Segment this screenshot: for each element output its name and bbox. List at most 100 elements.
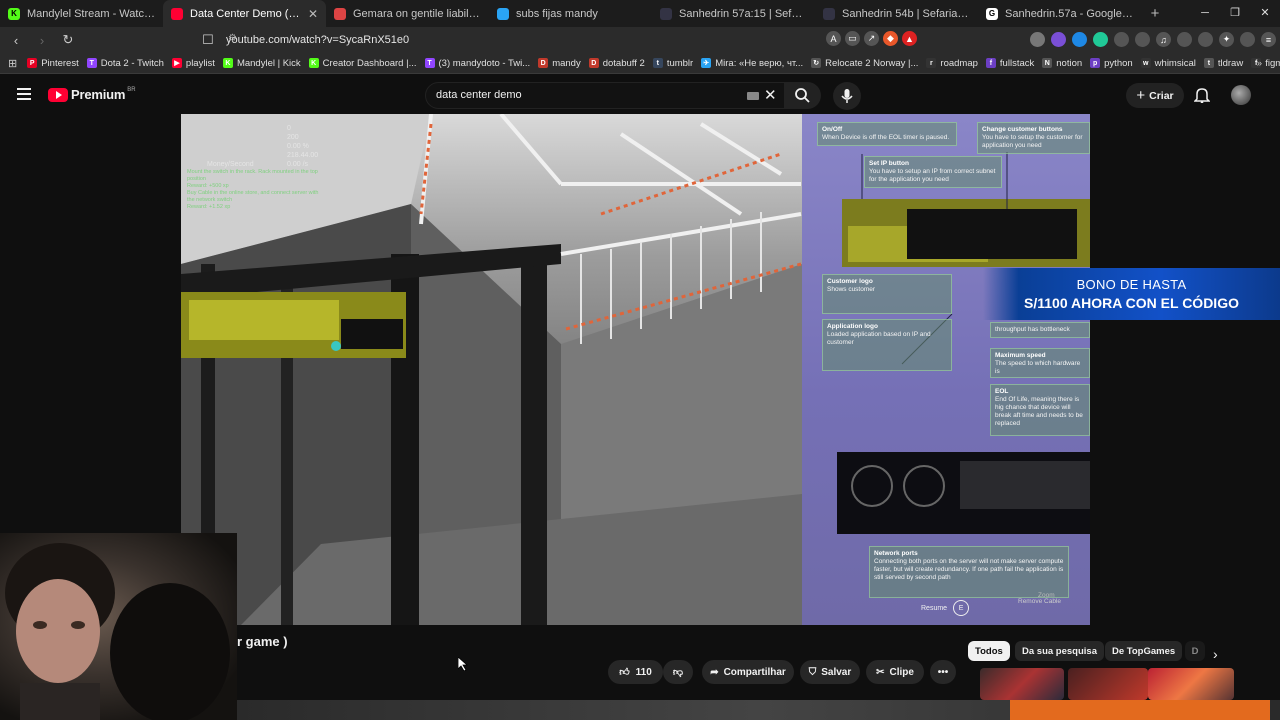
restore-icon[interactable]: ❐ [1220,0,1250,27]
info-set-ip: Set IP button You have to setup an IP fr… [864,156,1002,188]
tab-title: subs fijas mandy [516,7,598,20]
chips-next-icon[interactable]: › [1213,646,1218,662]
bookmark-item[interactable]: K Creator Dashboard |... [308,58,417,69]
minimize-icon[interactable]: ─ [1190,0,1220,27]
filter-chip[interactable]: D [1185,641,1205,661]
bookmark-favicon-icon: T [424,58,435,68]
video-title: r game ) [237,634,288,649]
close-window-icon[interactable]: ✕ [1250,0,1280,27]
create-button[interactable]: + Criar [1126,83,1184,108]
bookmark-item[interactable]: T Dota 2 - Twitch [86,58,164,69]
new-tab-button[interactable]: + [1143,5,1167,22]
browser-tab[interactable]: G Sanhedrin.57a - Google Search [978,0,1141,27]
more-actions-button[interactable]: ••• [930,660,956,684]
share-icon[interactable]: ↗ [864,31,879,46]
vpn-icon[interactable] [1240,32,1255,47]
filter-chip[interactable]: De TopGames [1105,641,1183,661]
bookmark-item[interactable]: p python [1090,58,1133,69]
bookmark-item[interactable]: ✈ Mira: «Не верю, чт... [701,58,803,69]
menu-icon[interactable]: ≡ [1261,32,1276,47]
video-player[interactable]: 0 200 0.00 % 218.44.00 0.00 /s Money/Second Mo… [181,114,1090,625]
media-icon[interactable]: ♫ [1156,32,1171,47]
save-button[interactable]: ⛉ Salvar [800,660,860,684]
related-thumbnail[interactable] [1148,668,1234,700]
ext-icon-4[interactable] [1093,32,1108,47]
browser-tab[interactable]: K Mandylel Stream - Watch Live on Ki [0,0,163,27]
bookmark-item[interactable]: t tumblr [652,58,693,69]
bookmark-item[interactable]: T (3) mandydoto - Twi... [424,57,531,69]
notifications-bell-icon[interactable] [1194,87,1210,103]
search-input[interactable]: data center demo ✕ [425,82,785,109]
key-e-icon: E [953,600,970,616]
keyboard-icon[interactable] [747,92,759,100]
more-bookmarks-icon[interactable]: » [1257,58,1262,69]
reload-icon[interactable]: ↻ [58,32,78,48]
account-avatar[interactable] [1231,85,1251,105]
info-throughput: throughput has bottleneck [990,322,1090,338]
filter-chip[interactable]: Todos [968,641,1010,661]
translate-icon[interactable]: A [826,31,841,46]
close-tab-icon[interactable]: ✕ [308,7,318,21]
browser-tab[interactable]: subs fijas mandy [489,0,652,27]
hud-value: 218.44.00 [287,152,319,159]
related-thumbnail-orange[interactable] [1010,700,1270,720]
site-info-icon[interactable]: ⚙ [228,33,237,44]
bookmark-item[interactable]: f fullstack [985,58,1034,69]
bookmark-item[interactable]: ↻ Relocate 2 Norway |... [811,58,918,69]
browser-tab[interactable]: Sanhedrin 54b | Sefaria Library [815,0,978,27]
clip-button[interactable]: ✂ Clipe [866,660,924,684]
share-button[interactable]: ➦ Compartilhar [702,660,794,684]
related-thumbnail[interactable] [1068,668,1148,700]
ai-icon[interactable]: ✦ [1219,32,1234,47]
search-button[interactable] [785,82,821,109]
voice-search-button[interactable] [833,82,861,110]
menu-icon[interactable] [17,88,31,100]
related-thumbnail[interactable] [980,668,1064,700]
ext-icon-2[interactable] [1051,32,1066,47]
cast-icon[interactable]: ▭ [845,31,860,46]
bookmark-item[interactable]: Dmandy [538,58,581,69]
brave-shield-icon[interactable]: ◆ [883,31,898,46]
bookmark-favicon-icon: w [1140,58,1151,68]
sidebar-icon[interactable] [1177,32,1192,47]
bookmark-label: (3) mandydoto - Twi... [438,57,531,69]
tab-favicon-icon: G [986,7,998,20]
info-title: Network ports [874,550,918,557]
bookmark-item[interactable]: P Pinterest [27,58,79,69]
game-scene: 0 200 0.00 % 218.44.00 0.00 /s Money/Second Mo… [181,114,802,625]
hud-objective: Reward: +500 xp [187,183,229,189]
rewards-icon[interactable]: ▲ [902,31,917,46]
bookmark-item[interactable]: ffigma [1251,58,1280,69]
apps-icon[interactable]: ⊞ [8,57,17,70]
youtube-logo[interactable]: Premium BR [48,87,136,102]
bookmark-item[interactable]: t tldraw [1203,58,1243,69]
info-body: End Of Life, meaning there is hig chance… [995,396,1083,427]
ext-icon-6[interactable] [1135,32,1150,47]
ext-icon-5[interactable] [1114,32,1129,47]
bookmark-label: Pinterest [41,57,79,69]
tab-favicon-icon [334,7,346,20]
forward-icon[interactable]: › [32,33,52,48]
streamer-silhouette [5,543,230,720]
bookmark-item[interactable]: r roadmap [926,58,978,69]
bookmark-label: python [1104,57,1133,69]
bookmark-item[interactable]: w whimsical [1140,58,1196,69]
browser-tab[interactable]: Data Center Demo (New Simulat ✕ [163,0,326,27]
bookmark-label: dotabuff 2 [602,57,645,69]
clear-search-icon[interactable]: ✕ [764,86,777,104]
ext-icon-1[interactable] [1030,32,1045,47]
browser-tab[interactable]: Sanhedrin 57a:15 | Sefaria Library [652,0,815,27]
bookmark-favicon-icon: K [222,58,233,68]
bookmark-favicon-icon: f [985,58,996,68]
wallet-icon[interactable] [1198,32,1213,47]
bookmark-item[interactable]: K Mandylel | Kick [222,58,301,69]
bookmark-item[interactable]: Ddotabuff 2 [588,57,645,69]
ext-icon-3[interactable] [1072,32,1087,47]
filter-chip[interactable]: Da sua pesquisa [1015,641,1104,661]
like-button[interactable]: 👍︎ 110 [608,660,663,684]
bookmark-item[interactable]: ▶ playlist [171,58,215,69]
browser-tab[interactable]: Gemara on gentile liability and Jewis [326,0,489,27]
back-icon[interactable]: ‹ [6,33,26,48]
dislike-button[interactable]: 👎︎ [663,660,693,684]
bookmark-item[interactable]: Nnotion [1042,58,1082,69]
